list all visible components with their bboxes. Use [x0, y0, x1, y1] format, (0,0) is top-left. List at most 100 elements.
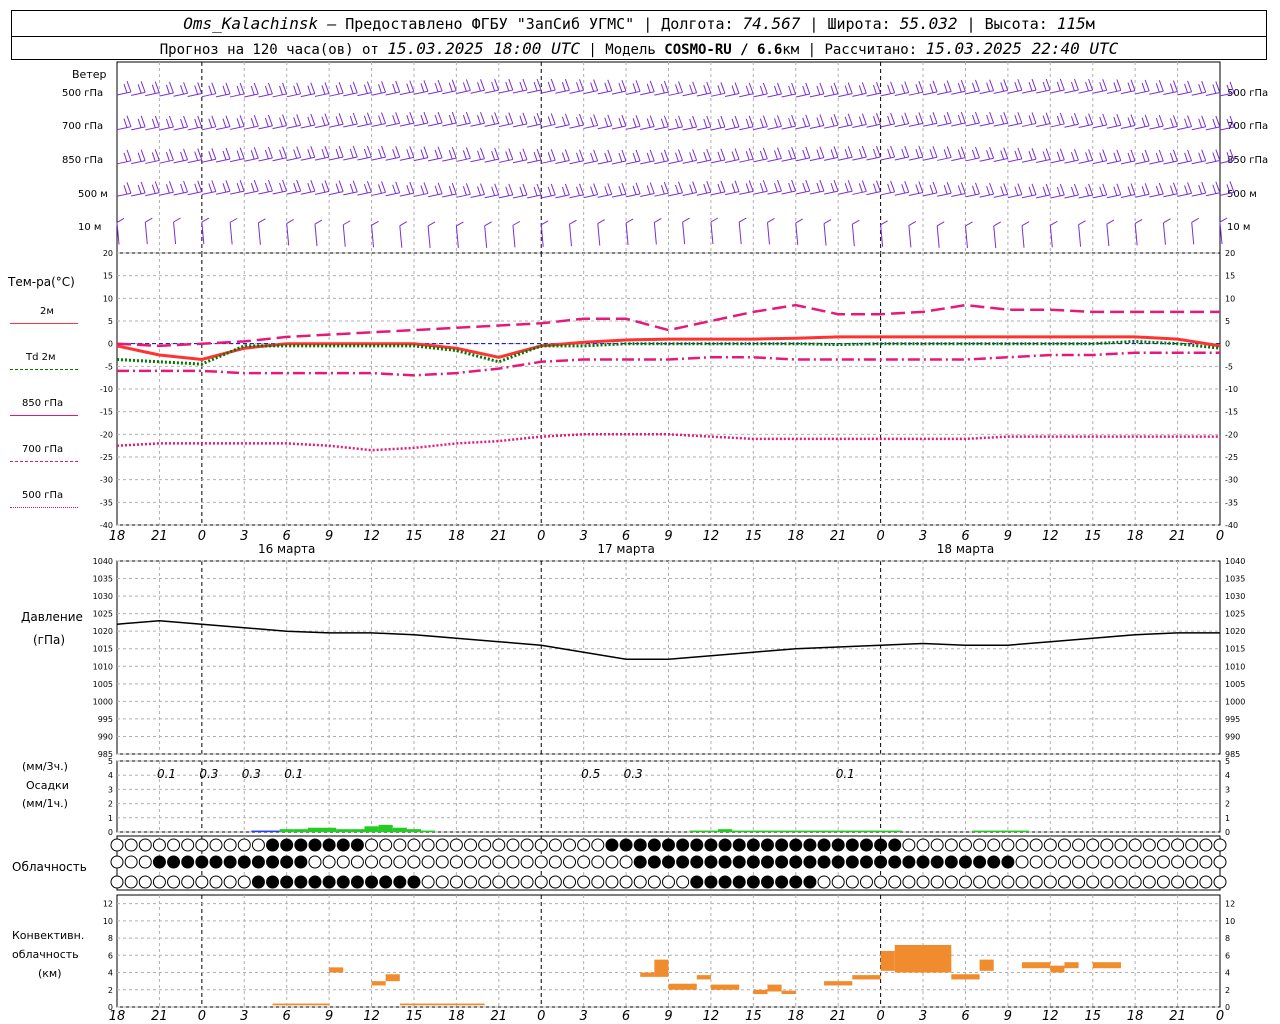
cloud-circle — [845, 855, 859, 869]
wind-barb-flag — [946, 111, 952, 124]
cloud-circle — [1100, 875, 1114, 889]
wind-barb-flag — [971, 82, 976, 93]
wind-barb-flag — [477, 150, 481, 160]
cloud-circle — [690, 838, 704, 852]
cloud-circle — [280, 855, 294, 869]
cloud-circle — [308, 855, 322, 869]
wind-barb-flag — [816, 149, 821, 159]
wind-barb-flag — [279, 85, 284, 96]
cloud-circle — [506, 855, 520, 869]
conv-cloud-bar — [329, 967, 344, 973]
cloud-circle — [421, 838, 435, 852]
cloud-circle — [1015, 855, 1029, 869]
wind-barb-shaft — [258, 190, 273, 195]
pressure-ytick-right: 1005 — [1225, 680, 1245, 689]
wind-barb-flag — [381, 112, 387, 124]
wind-barb-shaft — [682, 126, 697, 131]
wind-barb-shaft — [1021, 122, 1037, 127]
precip-bar — [703, 830, 718, 832]
meteogram-plot: 20 2015 1510 105 50 0-5 -5-10 -10-15 -15-20 -20-2… — [93, 61, 1245, 1024]
wind-barb-flag — [522, 148, 528, 160]
wind-barb-shaft — [144, 222, 148, 245]
cloud-circle — [577, 875, 591, 889]
wind-barb-flag — [774, 182, 778, 193]
cloud-circle — [591, 875, 605, 889]
wind-barb-flag — [1088, 113, 1094, 125]
wind-barb-shaft — [682, 92, 697, 97]
wind-barb-flag — [522, 112, 528, 125]
wind-barb-flag — [1201, 149, 1207, 161]
wind-barb-flag — [208, 151, 213, 161]
wind-barb-shaft — [781, 190, 796, 195]
wind-barb-shaft — [526, 123, 542, 128]
wind-barb-shaft — [244, 93, 259, 98]
cloud-circle — [167, 875, 181, 889]
cloud-circle — [195, 855, 209, 869]
time-tick-bottom: 21 — [1169, 1009, 1186, 1024]
wind-barb-flag — [448, 149, 453, 160]
wind-barb-flag — [211, 180, 217, 192]
wind-barb-flag — [1134, 218, 1143, 224]
wind-barb-shaft — [512, 89, 528, 94]
wind-barb-flag — [409, 111, 415, 124]
wind-barb-flag — [508, 183, 514, 196]
wind-barb-flag — [197, 82, 203, 94]
conv-cloud-bar — [753, 989, 768, 995]
wind-barb-shaft — [795, 222, 799, 245]
wind-barb-flag — [250, 182, 255, 193]
wind-barb-flag — [225, 82, 231, 95]
wind-barb-shaft — [1092, 89, 1107, 94]
wind-barb-flag — [409, 181, 415, 194]
wind-barb-shaft — [512, 225, 516, 248]
wind-barb-flag — [293, 117, 298, 127]
wind-barb-shaft — [852, 156, 867, 161]
wind-barb-shaft — [625, 160, 641, 165]
wind-barb-flag — [720, 180, 726, 193]
conv-cloud-bar — [1064, 962, 1079, 969]
wind-barb-flag — [830, 149, 835, 159]
wind-barb-flag — [873, 148, 877, 159]
wind-barb-shaft — [640, 193, 655, 197]
wind-barb-flag — [989, 79, 995, 91]
time-tick-bottom: 18 — [787, 1009, 804, 1024]
cloud-circle — [1128, 855, 1142, 869]
cloud-circle — [520, 855, 534, 869]
wind-barb-shaft — [611, 160, 627, 165]
wind-barb-flag — [791, 114, 797, 127]
wind-barb-shaft — [1007, 89, 1022, 94]
wind-barb-flag — [1014, 115, 1019, 125]
wind-barb-shaft — [244, 125, 259, 130]
wind-barb-flag — [717, 151, 722, 161]
wind-barb-flag — [434, 149, 439, 160]
cloud-circle — [464, 838, 478, 852]
conv-ytick-right: 10 — [1225, 917, 1235, 926]
cloud-circle — [987, 855, 1001, 869]
wind-barb-flag — [1158, 114, 1164, 127]
precip-bar — [859, 830, 874, 832]
wind-barb-shaft — [1106, 124, 1121, 129]
precip-ytick-left: 3 — [108, 785, 113, 794]
wind-barb-flag — [165, 118, 170, 129]
wind-barb-shaft — [1007, 194, 1022, 199]
wind-barb-shaft — [498, 158, 513, 163]
pressure-ytick-right: 990 — [1225, 732, 1240, 741]
wind-barb-flag — [338, 180, 344, 192]
wind-barb-flag — [310, 82, 316, 94]
wind-barb-flag — [1000, 150, 1005, 160]
wind-barb-flag — [734, 180, 740, 192]
wind-barb-shaft — [1021, 225, 1025, 248]
wind-barb-flag — [847, 82, 853, 94]
wind-barb-shaft — [922, 192, 938, 197]
wind-barb-shaft — [258, 125, 273, 130]
wind-barb-flag — [1130, 114, 1136, 126]
wind-barb-shaft — [187, 159, 202, 164]
wind-barb-flag — [805, 146, 811, 159]
cloud-circle — [1072, 855, 1086, 869]
cloud-circle — [704, 875, 718, 889]
wind-barb-flag — [1017, 183, 1023, 195]
cloud-circle — [393, 875, 407, 889]
wind-barb-flag — [1201, 81, 1207, 93]
conv-cloud-bar — [852, 975, 881, 980]
time-tick-bottom: 15 — [406, 1009, 423, 1024]
conv-ytick-left: 2 — [108, 986, 113, 995]
